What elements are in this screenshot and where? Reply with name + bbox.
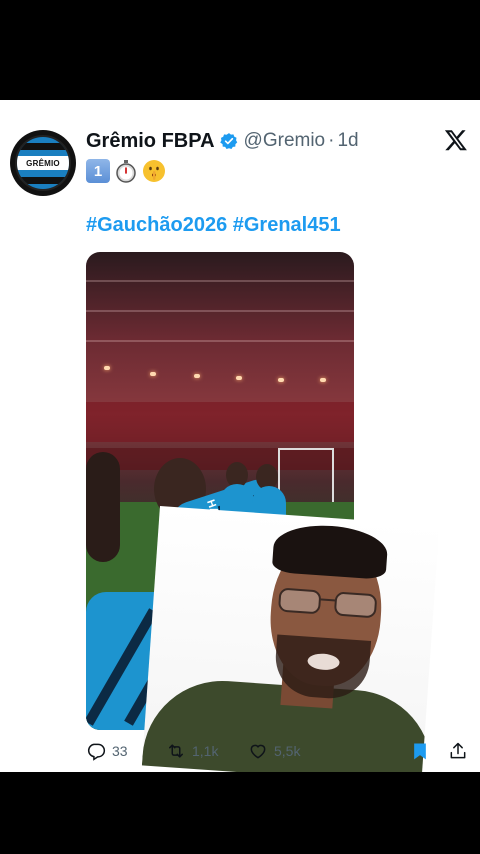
like-count: 5,5k [274,743,301,759]
share-button[interactable] [448,736,468,766]
tweet-card[interactable]: GRÊMIO Grêmio FBPA @Gremio · 1d 1 #Gauch… [0,100,480,772]
share-icon [450,742,466,759]
avatar[interactable]: GRÊMIO [10,130,76,196]
stopwatch-icon [116,160,136,183]
meta-separator: · [328,130,335,151]
keycap-one-emoji: 1 [86,159,110,183]
bookmark-icon [414,743,426,760]
reaction-overlay [141,506,440,772]
retweet-button[interactable]: 1,1k [166,736,218,766]
goal-post [278,448,334,510]
avatar-crest-text: GRÊMIO [26,158,60,168]
retweet-icon [169,744,183,758]
action-bar: 33 1,1k 5,5k [0,736,480,766]
author-name[interactable]: Grêmio FBPA [86,130,215,153]
top-letterbox [0,0,480,100]
reply-icon [88,743,106,761]
like-button[interactable]: 5,5k [248,736,300,766]
reply-button[interactable]: 33 [86,736,128,766]
author-row: Grêmio FBPA @Gremio · 1d [86,128,359,154]
stadium-stands [86,402,354,442]
club-crest-icon: GRÊMIO [15,135,71,191]
stadium-roof [86,280,354,282]
author-handle[interactable]: @Gremio [244,130,326,152]
bottom-letterbox [0,772,480,854]
retweet-count: 1,1k [192,743,219,759]
heart-icon [250,744,266,759]
hashtags[interactable]: #Gauchão2026 #Grenal451 [86,214,341,237]
post-time[interactable]: 1d [337,130,358,152]
tweet-text: 1 [86,158,166,184]
x-logo-icon[interactable] [444,128,468,152]
verified-badge-icon [219,133,237,150]
bookmark-button[interactable] [410,736,430,766]
reply-count: 33 [112,743,128,759]
shushing-face-icon [143,160,165,182]
